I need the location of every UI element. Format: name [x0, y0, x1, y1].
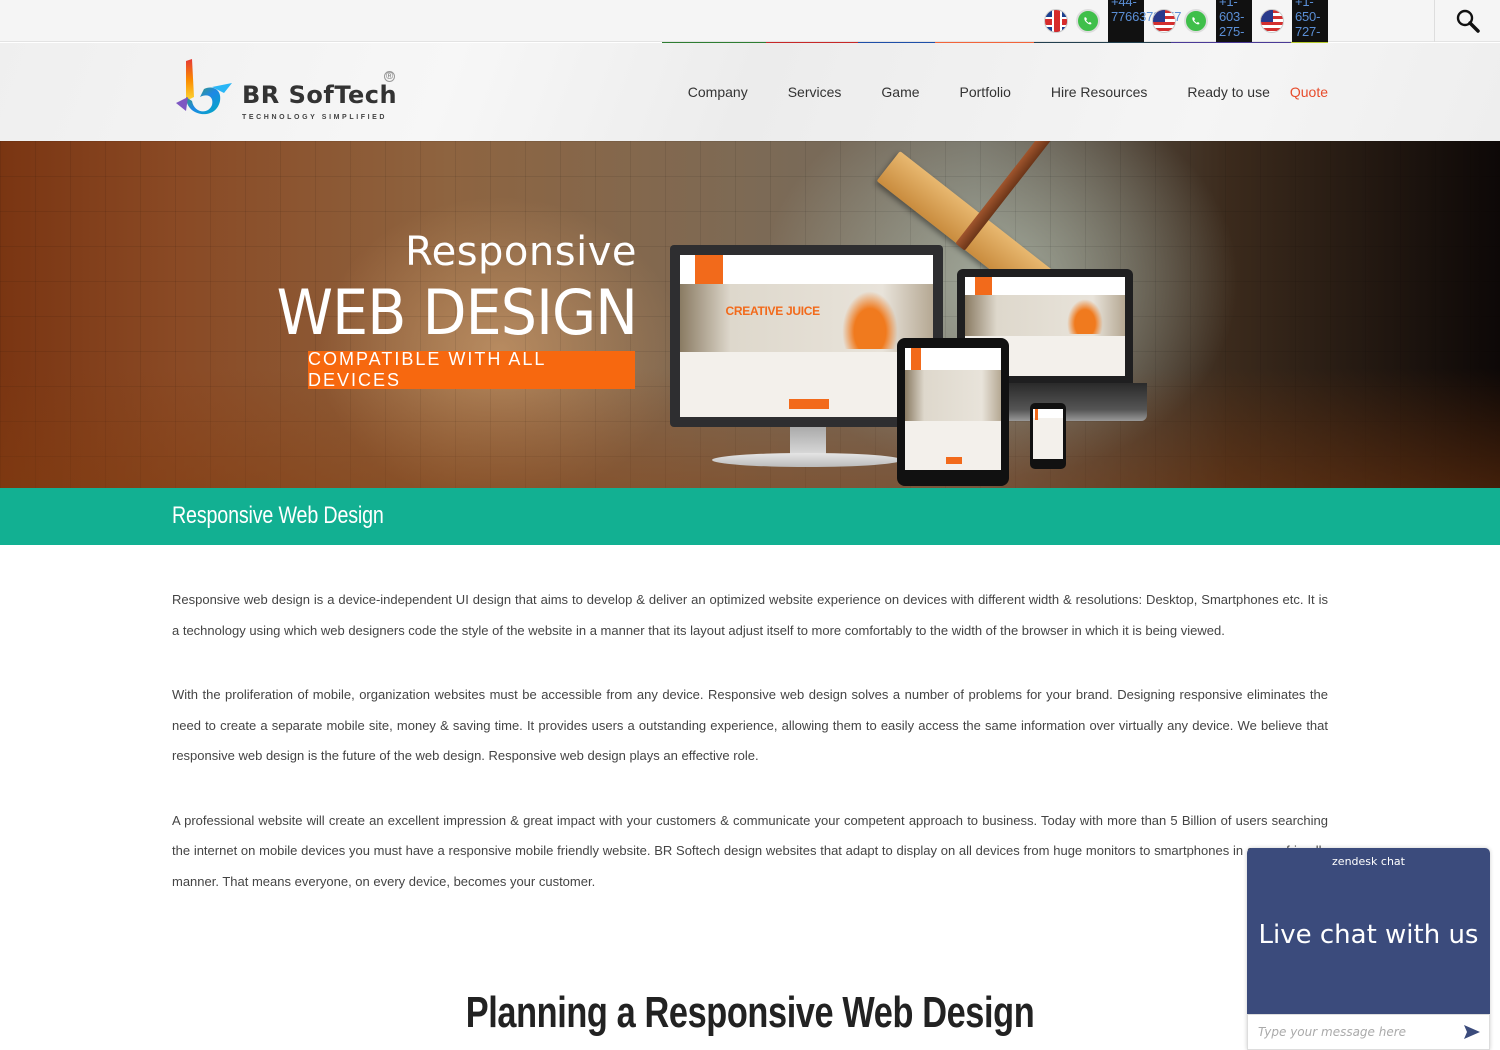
- nav-ready-to-use[interactable]: Ready to use: [1187, 84, 1270, 100]
- send-icon: [1464, 1025, 1480, 1039]
- search-icon: [1456, 9, 1480, 33]
- nav-quote[interactable]: Quote: [1290, 84, 1328, 100]
- main-nav: Company Services Game Portfolio Hire Res…: [648, 84, 1328, 100]
- nav-services[interactable]: Services: [788, 84, 842, 100]
- monitor-base: [712, 453, 902, 467]
- us-flag-icon: [1260, 9, 1284, 33]
- site-header: BR SofTech ® TECHNOLOGY SIMPLIFIED Compa…: [0, 43, 1500, 141]
- search-button[interactable]: [1434, 0, 1500, 42]
- whatsapp-icon[interactable]: [1076, 9, 1100, 33]
- paragraph: A professional website will create an ex…: [172, 812, 1328, 889]
- brand-logo[interactable]: BR SofTech ® TECHNOLOGY SIMPLIFIED: [172, 57, 402, 129]
- section-title: Responsive Web Design: [172, 502, 384, 529]
- whatsapp-icon[interactable]: [1184, 9, 1208, 33]
- nav-portfolio[interactable]: Portfolio: [960, 84, 1011, 100]
- section-title-bar: Responsive Web Design: [0, 488, 1500, 545]
- chat-input-row: [1247, 1014, 1490, 1050]
- logo-tagline: TECHNOLOGY SIMPLIFIED: [242, 114, 388, 121]
- contact-list: +44-7766378857 +1-603-275-9923 +1-650-72…: [1036, 0, 1328, 54]
- chat-title[interactable]: Live chat with us: [1247, 920, 1490, 950]
- tablet-illustration: [897, 338, 1009, 486]
- logo-mark-icon: [176, 59, 232, 115]
- paragraph: Responsive web design is a device-indepe…: [172, 592, 1328, 638]
- uk-flag-icon: [1044, 9, 1068, 33]
- paragraph: With the proliferation of mobile, organi…: [172, 687, 1328, 763]
- phone-illustration: [1030, 403, 1066, 469]
- live-chat-widget[interactable]: zendesk chat Live chat with us: [1247, 848, 1490, 1050]
- nav-hire-resources[interactable]: Hire Resources: [1051, 84, 1147, 100]
- nav-company[interactable]: Company: [688, 84, 748, 100]
- chat-message-input[interactable]: [1248, 1025, 1455, 1039]
- hero-badge: COMPATIBLE WITH ALL DEVICES: [308, 349, 635, 390]
- article-content: Responsive web design is a device-indepe…: [172, 585, 1328, 931]
- nav-game[interactable]: Game: [881, 84, 919, 100]
- us-flag-icon: [1152, 9, 1176, 33]
- mockup-headline: CREATIVE JUICE: [725, 303, 821, 318]
- hero-banner: Responsive WEB DESIGN COMPATIBLE WITH AL…: [0, 141, 1500, 488]
- registered-mark: ®: [384, 71, 395, 82]
- top-bar: +44-7766378857 +1-603-275-9923 +1-650-72…: [0, 0, 1500, 54]
- chat-brand: zendesk chat: [1332, 855, 1405, 868]
- send-button[interactable]: [1455, 1015, 1489, 1049]
- hero-title: WEB DESIGN: [276, 276, 638, 349]
- planning-heading: Planning a Responsive Web Design: [465, 988, 1035, 1037]
- logo-wordmark: BR SofTech: [242, 81, 398, 109]
- hero-subtitle: Responsive: [405, 229, 637, 275]
